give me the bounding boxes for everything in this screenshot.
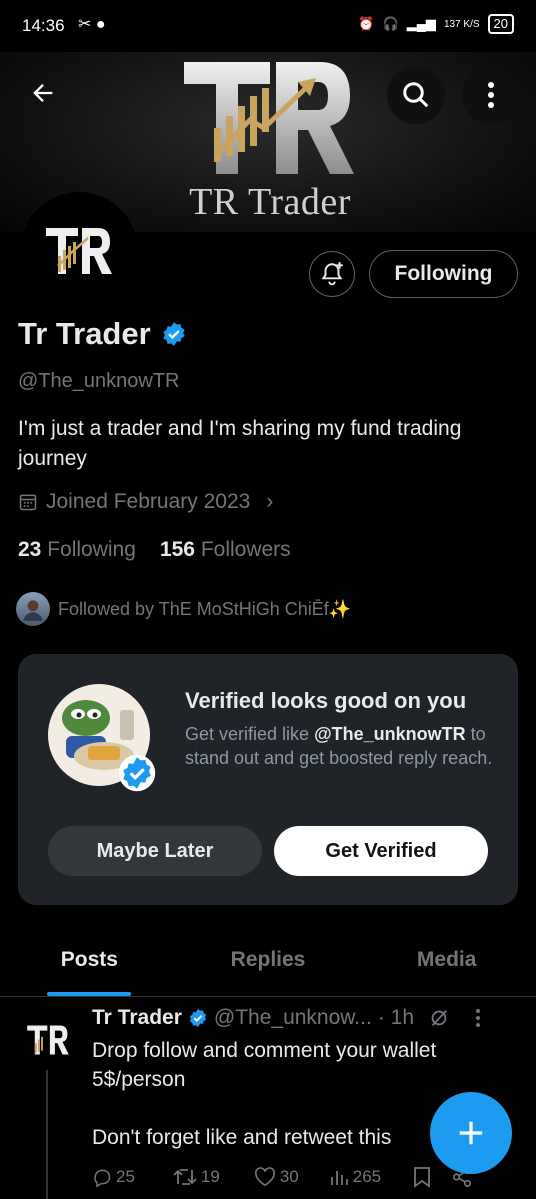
status-notification-icons: ✂ ● <box>78 16 106 33</box>
arrow-left-icon <box>33 84 53 102</box>
upsell-title: Verified looks good on you <box>185 688 467 713</box>
plus-icon <box>459 1121 483 1145</box>
bookmark-icon[interactable] <box>413 1166 431 1188</box>
compose-post-button[interactable] <box>430 1092 512 1174</box>
verified-badge-icon <box>189 1008 207 1028</box>
profile-name-row: Tr Trader <box>18 316 187 352</box>
more-vertical-icon <box>488 82 494 108</box>
get-verified-button[interactable]: Get Verified <box>274 826 488 876</box>
following-button[interactable]: Following <box>369 250 518 298</box>
search-icon <box>403 82 429 108</box>
calendar-icon <box>19 494 37 511</box>
follower-avatar <box>16 592 50 626</box>
heart-icon <box>254 1167 275 1187</box>
profile-name: Tr Trader <box>18 316 151 351</box>
tab-media[interactable]: Media <box>357 940 536 996</box>
tab-posts[interactable]: Posts <box>0 940 179 996</box>
followed-by-text: Followed by ThE MoStHiGh ChiĒf✨ <box>58 598 352 619</box>
maybe-later-button[interactable]: Maybe Later <box>48 826 262 876</box>
post-header: Tr Trader @The_unknow... · 1h <box>92 1006 522 1030</box>
upsell-body: Get verified like @The_unknowTR to stand… <box>185 724 493 768</box>
net-speed: 137 K/S <box>443 18 480 30</box>
avatar-logo <box>46 228 112 274</box>
person-avatar-icon <box>23 600 43 621</box>
verified-badge-icon <box>163 322 185 346</box>
verified-upsell-card: Verified looks good on you Get verified … <box>18 654 518 905</box>
verified-badge-icon <box>118 754 156 792</box>
battery-indicator: 20 <box>487 14 514 34</box>
signal-icon: ▂▄▆ <box>406 16 436 31</box>
notifications-button[interactable] <box>309 251 355 297</box>
bell-plus-icon <box>321 262 343 286</box>
post-author-avatar[interactable] <box>22 1014 74 1066</box>
tab-replies[interactable]: Replies <box>179 940 358 996</box>
profile-avatar[interactable] <box>20 192 138 310</box>
thread-line <box>46 1070 48 1199</box>
status-time: 14:36 <box>22 16 65 35</box>
followed-by-row[interactable]: Followed by ThE MoStHiGh ChiĒf✨ <box>16 592 351 626</box>
followers-stat[interactable]: 156 Followers <box>160 538 291 562</box>
views-button[interactable]: 265 <box>329 1167 381 1187</box>
profile-tabs: Posts Replies Media <box>0 940 536 997</box>
banner-logo <box>184 62 354 174</box>
profile-handle: @The_unknowTR <box>18 370 180 392</box>
following-stat[interactable]: 23 Following <box>18 538 136 562</box>
active-tab-indicator <box>47 992 132 996</box>
profile-bio: I'm just a trader and I'm sharing my fun… <box>18 417 462 470</box>
follow-stats: 23 Following 156 Followers <box>18 538 291 562</box>
alarm-icon: ⏰ <box>358 16 375 31</box>
status-right: ⏰ 🎧 ▂▄▆ 137 K/S 20 <box>358 14 514 34</box>
reply-button[interactable]: 25 <box>92 1167 135 1187</box>
post-author-handle: @The_unknow... <box>213 1006 372 1029</box>
like-button[interactable]: 30 <box>254 1167 299 1187</box>
grok-icon[interactable] <box>428 1007 450 1029</box>
joined-label: Joined February 2023 <box>46 490 251 513</box>
repost-icon <box>173 1169 197 1185</box>
chevron-right-icon: › <box>266 490 274 513</box>
headphones-icon: 🎧 <box>382 16 399 31</box>
reply-icon <box>94 1169 111 1187</box>
joined-date[interactable]: Joined February 2023 › <box>18 490 273 514</box>
search-button[interactable] <box>387 66 445 124</box>
repost-button[interactable]: 19 <box>173 1167 220 1187</box>
avatar-logo <box>27 1025 69 1055</box>
back-button[interactable] <box>20 70 66 116</box>
banner-title: TR Trader <box>189 181 351 223</box>
more-options-button[interactable] <box>462 66 520 124</box>
views-chart-icon <box>330 1171 348 1185</box>
post-author-name[interactable]: Tr Trader <box>92 1006 182 1030</box>
more-vertical-icon[interactable] <box>474 1008 482 1028</box>
post-time: · 1h <box>377 1006 414 1029</box>
status-bar: 14:36 ✂ ● ⏰ 🎧 ▂▄▆ 137 K/S 20 <box>0 0 536 52</box>
